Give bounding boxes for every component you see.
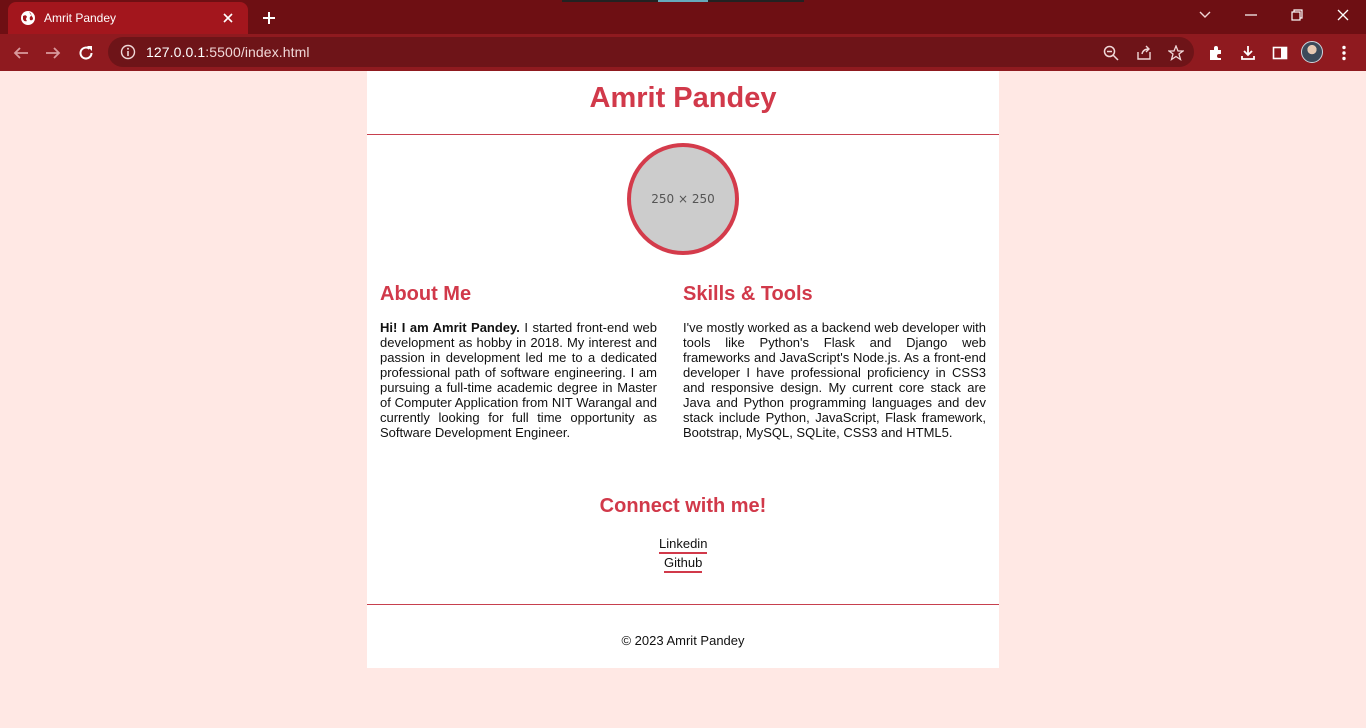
site-info-icon[interactable] [120, 44, 136, 60]
close-window-icon[interactable] [1330, 4, 1356, 26]
url-host: 127.0.0.1 [146, 44, 206, 60]
profile-image-placeholder: 250 × 250 [627, 143, 739, 255]
profile-avatar[interactable] [1301, 41, 1323, 63]
about-body: I started front-end web development as h… [380, 320, 657, 440]
globe-icon [20, 10, 36, 26]
placeholder-size-label: 250 × 250 [651, 192, 715, 206]
site-title: Amrit Pandey [589, 82, 777, 114]
minimize-icon[interactable] [1238, 4, 1264, 26]
tab-strip: Amrit Pandey [0, 0, 1366, 34]
bookmark-star-icon[interactable] [1165, 42, 1187, 64]
page-container: Amrit Pandey 250 × 250 About Me Hi! I am… [367, 71, 999, 668]
restore-icon[interactable] [1284, 4, 1310, 26]
forward-arrow-icon[interactable] [40, 40, 66, 66]
browser-toolbar: 127.0.0.1:5500/index.html [0, 34, 1366, 71]
extensions-puzzle-icon[interactable] [1203, 40, 1229, 66]
about-paragraph: Hi! I am Amrit Pandey. I started front-e… [380, 320, 657, 440]
url-text: 127.0.0.1:5500/index.html [146, 44, 310, 60]
download-icon[interactable] [1235, 40, 1261, 66]
close-tab-icon[interactable] [218, 8, 238, 28]
about-intro: Hi! I am Amrit Pandey. [380, 320, 520, 335]
share-icon[interactable] [1133, 42, 1155, 64]
menu-kebab-icon[interactable] [1331, 40, 1357, 66]
window-drag-indicator [562, 0, 804, 2]
footer-copyright: © 2023 Amrit Pandey [621, 633, 745, 648]
linkedin-link[interactable]: Linkedin [659, 536, 708, 554]
skills-paragraph: I've mostly worked as a backend web deve… [683, 320, 986, 440]
about-heading: About Me [380, 283, 472, 305]
browser-tab[interactable]: Amrit Pandey [8, 2, 248, 34]
new-tab-icon[interactable] [258, 7, 280, 29]
reload-icon[interactable] [73, 40, 99, 66]
zoom-icon[interactable] [1100, 42, 1122, 64]
github-link[interactable]: Github [664, 555, 703, 573]
tab-title: Amrit Pandey [44, 11, 117, 25]
side-panel-icon[interactable] [1267, 40, 1293, 66]
url-path: :5500/index.html [205, 44, 310, 60]
address-bar[interactable]: 127.0.0.1:5500/index.html [108, 37, 1194, 67]
header-divider [367, 134, 999, 135]
tab-search-chevron-icon[interactable] [1192, 4, 1218, 26]
back-arrow-icon[interactable] [8, 40, 34, 66]
skills-heading: Skills & Tools [683, 283, 813, 305]
connect-heading: Connect with me! [599, 495, 767, 517]
footer-divider [367, 604, 999, 605]
